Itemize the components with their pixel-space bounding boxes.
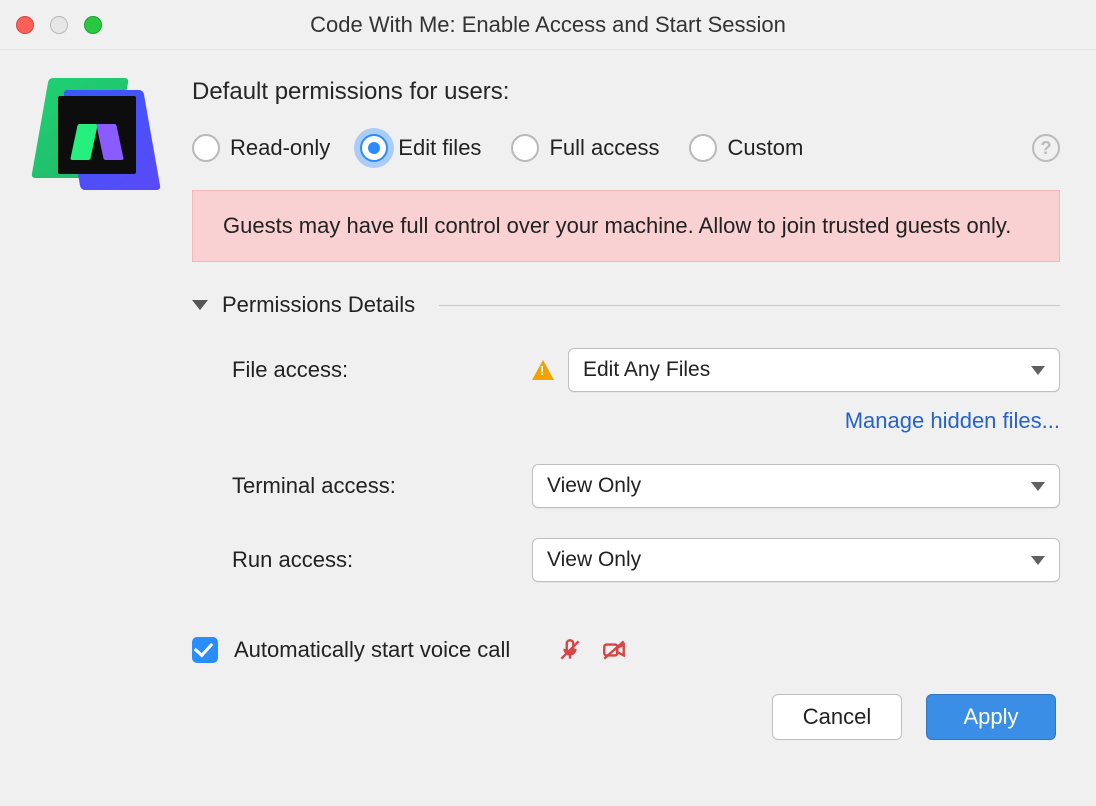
apply-button[interactable]: Apply xyxy=(926,694,1056,740)
chevron-down-icon xyxy=(1031,482,1045,491)
radio-button-icon xyxy=(360,134,388,162)
dropdown-value: View Only xyxy=(547,474,641,498)
file-access-dropdown[interactable]: Edit Any Files xyxy=(568,348,1060,392)
help-icon[interactable]: ? xyxy=(1032,134,1060,162)
permission-mode-radiogroup: Read-only Edit files Full access Custom … xyxy=(192,134,1060,162)
disclosure-label: Permissions Details xyxy=(222,292,415,318)
run-access-dropdown[interactable]: View Only xyxy=(532,538,1060,582)
traffic-lights xyxy=(16,16,102,34)
warning-banner: Guests may have full control over your m… xyxy=(192,190,1060,262)
cancel-button[interactable]: Cancel xyxy=(772,694,902,740)
dropdown-value: Edit Any Files xyxy=(583,358,710,382)
run-access-label: Run access: xyxy=(232,547,512,573)
chevron-down-icon xyxy=(1031,366,1045,375)
chevron-down-icon xyxy=(192,300,208,310)
separator-line xyxy=(439,305,1060,306)
radio-label: Read-only xyxy=(230,135,330,161)
terminal-access-label: Terminal access: xyxy=(232,473,512,499)
window-zoom-button[interactable] xyxy=(84,16,102,34)
permissions-heading: Default permissions for users: xyxy=(192,78,1060,106)
dialog-icon-area xyxy=(36,78,156,740)
radio-label: Full access xyxy=(549,135,659,161)
warning-triangle-icon xyxy=(532,360,554,380)
camera-muted-icon[interactable] xyxy=(600,636,628,664)
radio-button-icon xyxy=(689,134,717,162)
code-with-me-app-icon xyxy=(40,78,152,190)
permissions-details-disclosure[interactable]: Permissions Details xyxy=(192,292,1060,318)
radio-full-access[interactable]: Full access xyxy=(511,134,659,162)
auto-voice-call-label: Automatically start voice call xyxy=(234,637,510,663)
radio-button-icon xyxy=(511,134,539,162)
manage-hidden-files-link[interactable]: Manage hidden files... xyxy=(845,408,1060,433)
radio-label: Edit files xyxy=(398,135,481,161)
radio-read-only[interactable]: Read-only xyxy=(192,134,330,162)
radio-custom[interactable]: Custom xyxy=(689,134,803,162)
auto-voice-call-checkbox[interactable] xyxy=(192,637,218,663)
window-titlebar[interactable]: Code With Me: Enable Access and Start Se… xyxy=(0,0,1096,50)
radio-button-icon xyxy=(192,134,220,162)
window-minimize-button[interactable] xyxy=(50,16,68,34)
terminal-access-dropdown[interactable]: View Only xyxy=(532,464,1060,508)
chevron-down-icon xyxy=(1031,556,1045,565)
dropdown-value: View Only xyxy=(547,548,641,572)
radio-edit-files[interactable]: Edit files xyxy=(360,134,481,162)
microphone-muted-icon[interactable] xyxy=(556,636,584,664)
file-access-label: File access: xyxy=(232,357,512,383)
radio-label: Custom xyxy=(727,135,803,161)
window-close-button[interactable] xyxy=(16,16,34,34)
window-title: Code With Me: Enable Access and Start Se… xyxy=(0,12,1096,38)
